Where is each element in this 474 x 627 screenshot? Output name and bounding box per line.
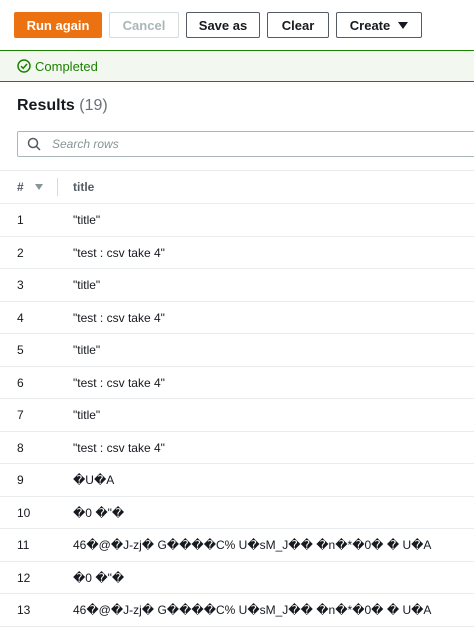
- row-number: 6: [17, 375, 24, 390]
- results-count: (19): [79, 97, 108, 114]
- row-number: 11: [17, 538, 30, 552]
- table-row[interactable]: 4 "test : csv take 4": [0, 302, 474, 334]
- table-body: 1 "title" 2 "test : csv take 4" 3 "title" 4 "te…: [0, 204, 474, 627]
- table-row[interactable]: 10 �0 �"�: [0, 497, 474, 529]
- table-row[interactable]: 9 �U�A: [0, 464, 474, 497]
- table-header: # title: [0, 170, 474, 204]
- row-number: 4: [17, 310, 24, 325]
- create-button[interactable]: Create: [336, 12, 422, 38]
- row-title: �0 �"�: [73, 570, 125, 585]
- row-title: 46�@�J-zj� G����C% U�sM_J�� �n�*�0� � U�…: [73, 538, 432, 552]
- row-title: "title": [73, 343, 101, 357]
- create-button-label: Create: [349, 17, 391, 33]
- search-input[interactable]: [50, 136, 434, 152]
- row-title: "test : csv take 4": [73, 375, 165, 390]
- row-number: 3: [17, 278, 24, 292]
- row-number: 13: [17, 603, 31, 617]
- row-number: 1: [17, 213, 24, 227]
- search-box: [17, 131, 474, 157]
- status-bar: Completed: [0, 50, 474, 82]
- results-label: Results: [17, 97, 75, 114]
- row-number: 2: [17, 245, 24, 260]
- row-number: 10: [17, 505, 31, 520]
- row-number: 8: [17, 440, 24, 455]
- table-row[interactable]: 7 "title": [0, 399, 474, 432]
- cancel-button[interactable]: Cancel: [109, 12, 179, 38]
- table-row[interactable]: 13 46�@�J-zj� G����C% U�sM_J�� �n�*�0� � …: [0, 594, 474, 627]
- results-heading: Results (19): [17, 97, 108, 115]
- column-header-number[interactable]: #: [17, 180, 24, 194]
- table-row[interactable]: 1 "title": [0, 204, 474, 237]
- clear-button[interactable]: Clear: [267, 12, 329, 38]
- sort-descending-icon[interactable]: [35, 184, 43, 190]
- table-row[interactable]: 3 "title": [0, 269, 474, 302]
- table-row[interactable]: 8 "test : csv take 4": [0, 432, 474, 464]
- row-title: "title": [73, 408, 101, 422]
- table-row[interactable]: 11 46�@�J-zj� G����C% U�sM_J�� �n�*�0� � …: [0, 529, 474, 562]
- row-title: "title": [73, 213, 101, 227]
- column-divider[interactable]: [57, 178, 58, 196]
- row-number: 12: [17, 570, 31, 585]
- table-row[interactable]: 2 "test : csv take 4": [0, 237, 474, 269]
- check-circle-icon: [17, 59, 31, 73]
- table-row[interactable]: 5 "title": [0, 334, 474, 367]
- row-title: �U�A: [73, 473, 115, 487]
- table-row[interactable]: 6 "test : csv take 4": [0, 367, 474, 399]
- save-as-button[interactable]: Save as: [186, 12, 260, 38]
- results-table: # title 1 "title" 2 "test : csv take 4" 3 "ti…: [0, 170, 474, 627]
- row-title: "test : csv take 4": [73, 245, 165, 260]
- status-text: Completed: [35, 58, 98, 74]
- row-title: "title": [73, 278, 101, 292]
- caret-down-icon: [398, 21, 409, 29]
- row-number: 5: [17, 343, 24, 357]
- row-title: 46�@�J-zj� G����C% U�sM_J�� �n�*�0� � U�…: [73, 603, 432, 617]
- table-row[interactable]: 12 �0 �"�: [0, 562, 474, 594]
- toolbar: Run again Cancel Save as Clear Create: [0, 0, 474, 50]
- row-title: "test : csv take 4": [73, 440, 165, 455]
- column-header-title[interactable]: title: [73, 180, 94, 194]
- run-again-button[interactable]: Run again: [14, 12, 102, 38]
- row-title: "test : csv take 4": [73, 310, 165, 325]
- row-number: 7: [17, 408, 24, 422]
- row-number: 9: [17, 473, 24, 487]
- row-title: �0 �"�: [73, 505, 125, 520]
- search-icon: [27, 137, 41, 151]
